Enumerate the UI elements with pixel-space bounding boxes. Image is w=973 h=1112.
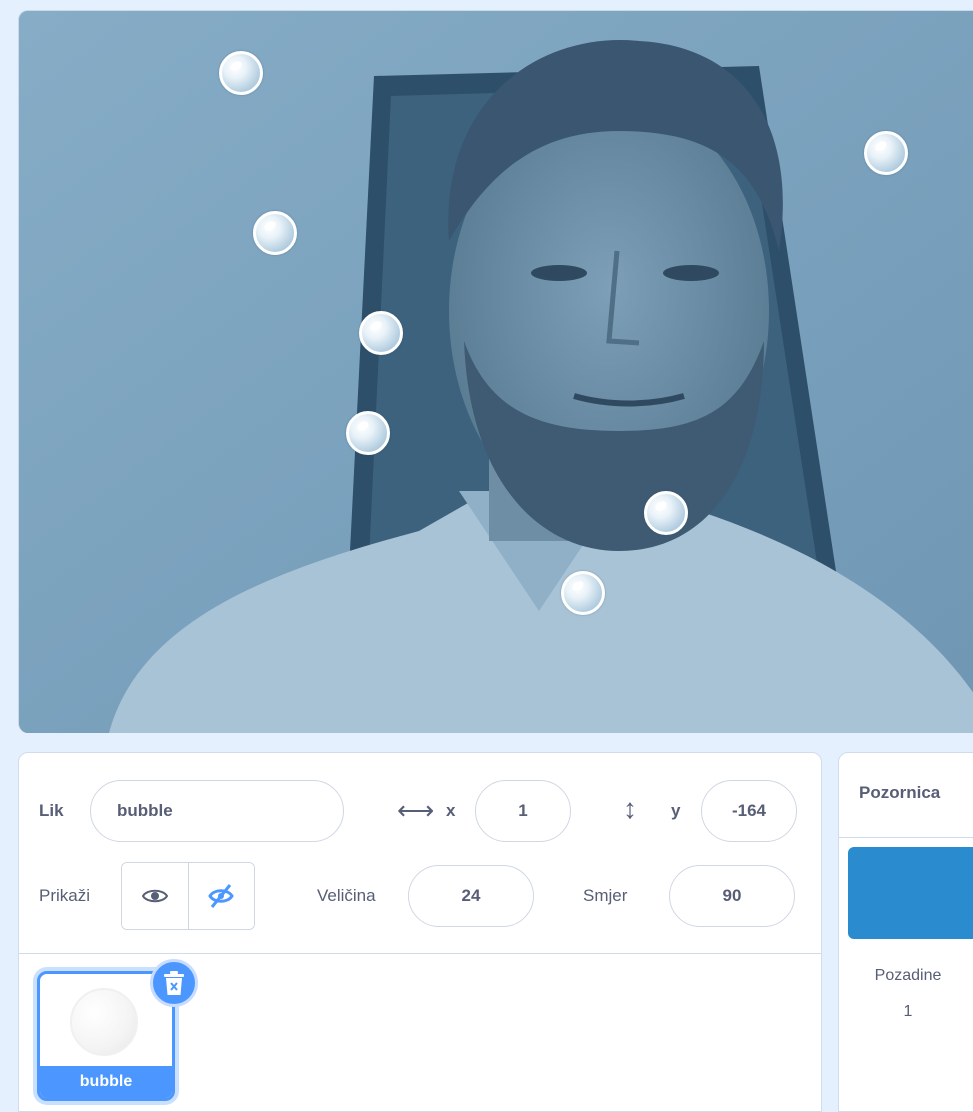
sprite-tile-name: bubble: [40, 1066, 172, 1098]
hide-sprite-button[interactable]: [187, 863, 254, 929]
trash-icon: [164, 971, 184, 995]
webcam-video-feed: [19, 11, 973, 733]
x-position-input[interactable]: 1: [475, 780, 571, 842]
size-label: Veličina: [317, 886, 376, 905]
bubble-sprite-clone[interactable]: [864, 131, 908, 175]
stage-selector-header: Pozornica: [839, 753, 973, 838]
size-input[interactable]: 24: [408, 865, 534, 927]
sprite-info-pane: Lik bubble ⟷ x 1 ↕ y -164 Prikaži Veliči…: [18, 752, 822, 1112]
show-sprite-button[interactable]: [122, 863, 188, 929]
show-label: Prikaži: [39, 886, 91, 905]
sprite-label: Lik: [39, 801, 64, 820]
bubble-sprite-clone[interactable]: [359, 311, 403, 355]
y-position-arrows-icon: ↕: [623, 793, 637, 824]
backdrops-label: Pozadine: [874, 967, 942, 984]
stage-canvas[interactable]: [18, 10, 973, 733]
direction-label: Smjer: [583, 886, 628, 905]
bubble-sprite-clone[interactable]: [644, 491, 688, 535]
sprite-name-input[interactable]: bubble: [90, 780, 344, 842]
bubble-sprite-clone[interactable]: [253, 211, 297, 255]
x-label: x: [446, 801, 456, 820]
y-label: y: [671, 801, 681, 820]
bubble-sprite-clone[interactable]: [561, 571, 605, 615]
bubble-sprite-clone[interactable]: [346, 411, 390, 455]
sprite-thumbnail: [70, 988, 138, 1056]
stage-selector-title: Pozornica: [859, 783, 941, 802]
delete-sprite-button[interactable]: [150, 959, 198, 1007]
eye-hidden-icon: [208, 884, 234, 908]
bubble-sprite-clone[interactable]: [219, 51, 263, 95]
sprite-properties: Lik bubble ⟷ x 1 ↕ y -164 Prikaži Veliči…: [19, 753, 821, 954]
eye-icon: [141, 889, 168, 903]
stage-selector[interactable]: Pozornica Pozadine 1: [838, 752, 973, 1112]
visibility-toggle: [121, 862, 255, 930]
backdrops-count: 1: [903, 1003, 913, 1020]
x-position-arrows-icon: ⟷: [397, 795, 435, 825]
direction-input[interactable]: 90: [669, 865, 795, 927]
backdrop-thumbnail[interactable]: [848, 847, 973, 939]
y-position-input[interactable]: -164: [701, 780, 797, 842]
